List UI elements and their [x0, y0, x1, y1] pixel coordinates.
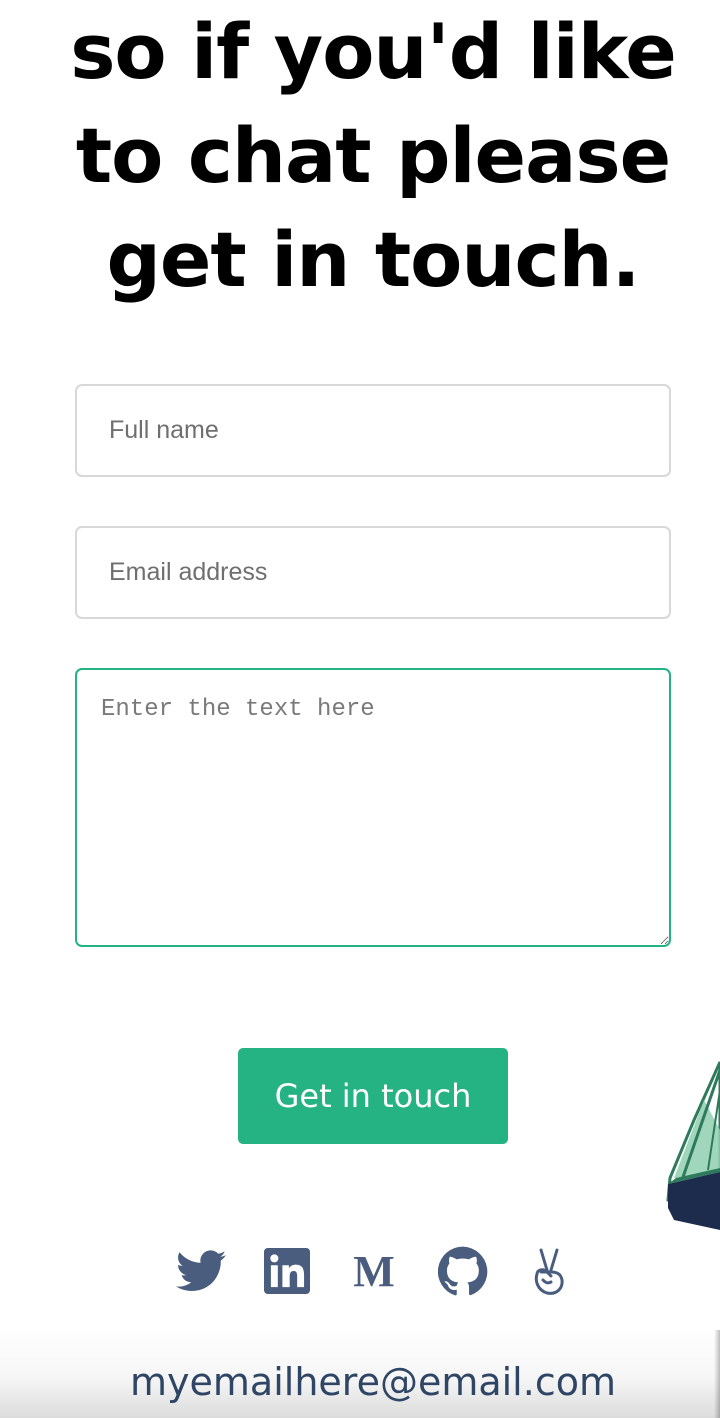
- window-edge-shadow: [714, 1330, 720, 1418]
- medium-icon[interactable]: M: [347, 1244, 401, 1298]
- decorative-illustration: [666, 1061, 720, 1230]
- contact-email-link[interactable]: myemailhere@email.com: [0, 1360, 720, 1404]
- github-icon[interactable]: [436, 1244, 490, 1298]
- contact-headline: so if you'd like to chat please get in t…: [60, 0, 686, 312]
- message-textarea[interactable]: [75, 668, 671, 947]
- full-name-input[interactable]: [75, 384, 671, 477]
- get-in-touch-button[interactable]: Get in touch: [238, 1048, 508, 1144]
- angellist-icon[interactable]: [522, 1244, 576, 1298]
- headline-line-1: so if you'd like: [70, 7, 677, 96]
- twitter-icon[interactable]: [174, 1244, 228, 1298]
- headline-line-3: get in touch.: [106, 215, 640, 304]
- linkedin-icon[interactable]: [260, 1244, 314, 1298]
- email-address-input[interactable]: [75, 526, 671, 619]
- svg-text:M: M: [353, 1250, 395, 1292]
- headline-line-2: to chat please: [75, 111, 671, 200]
- contact-page: so if you'd like to chat please get in t…: [0, 0, 720, 1418]
- social-links: M: [170, 1244, 580, 1298]
